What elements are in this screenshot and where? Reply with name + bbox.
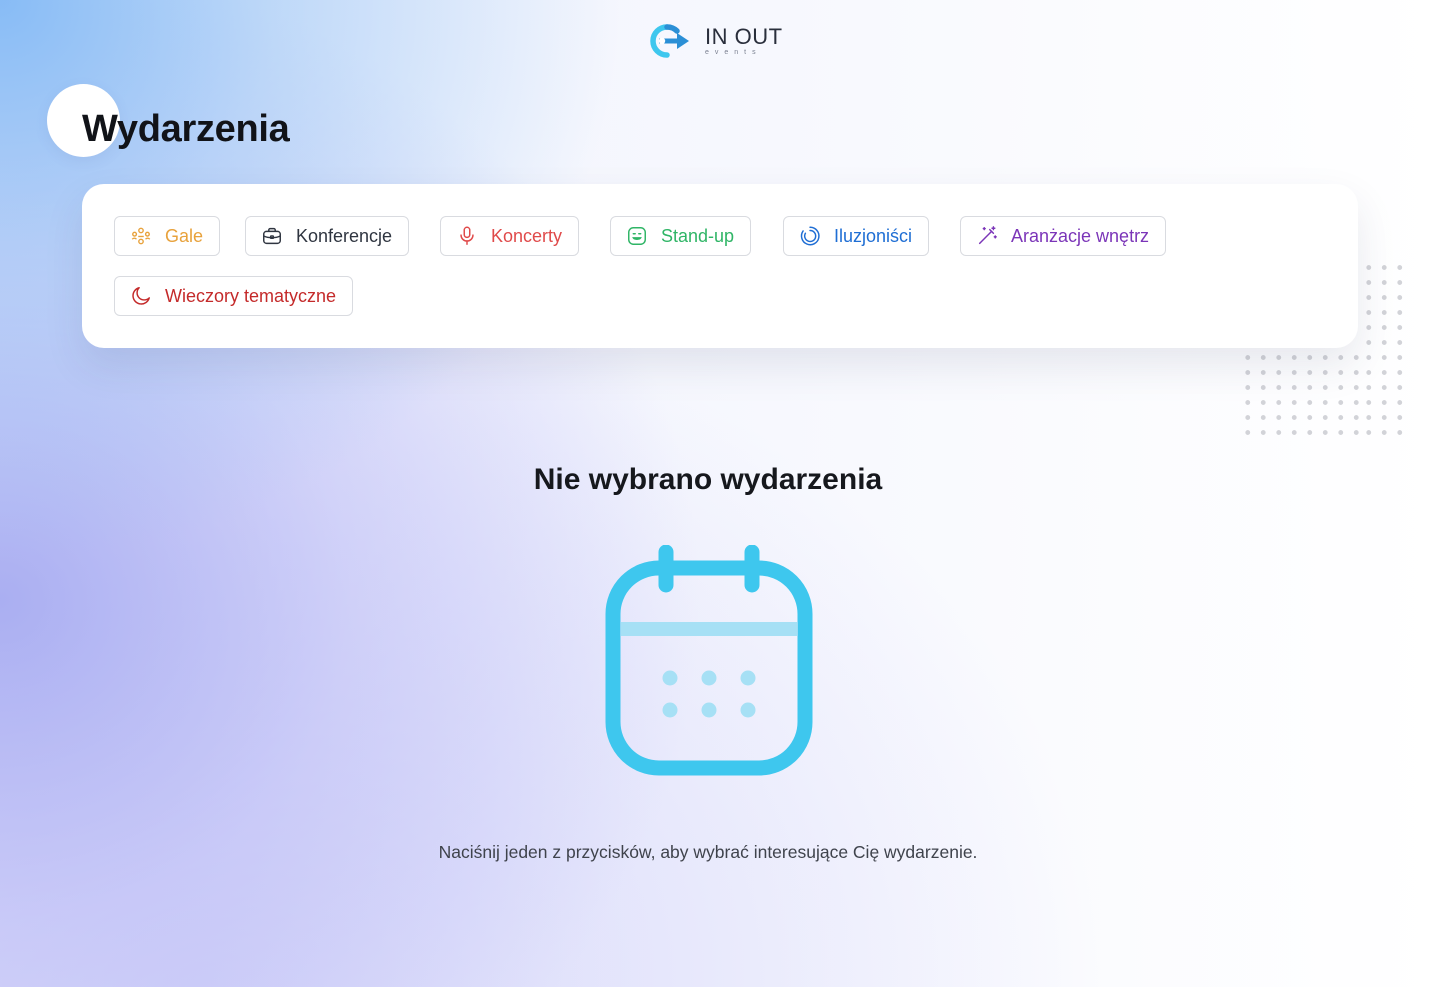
- brand-tagline: events: [705, 49, 762, 56]
- moon-icon: [129, 284, 153, 308]
- microphone-icon: [455, 224, 479, 248]
- category-chip-label: Wieczory tematyczne: [165, 285, 337, 306]
- calendar-icon: [604, 544, 816, 782]
- category-chip-aranzacje-wnetrz[interactable]: Aranżacje wnętrz: [960, 216, 1167, 256]
- category-chip-label: Gale: [165, 225, 204, 246]
- category-chip-label: Iluzjoniści: [834, 225, 913, 246]
- smiley-icon: [625, 224, 649, 248]
- category-chip-koncerty[interactable]: Koncerty: [440, 216, 580, 256]
- category-chip-wieczory-tematyczne[interactable]: Wieczory tematyczne: [114, 276, 354, 316]
- dot-pattern-decoration: [1361, 260, 1409, 440]
- magic-wand-icon: [975, 224, 999, 248]
- briefcase-icon: [260, 224, 284, 248]
- page-title: Wydarzenia: [82, 108, 290, 150]
- category-chip-label: Aranżacje wnętrz: [1011, 225, 1150, 246]
- empty-state-title: Nie wybrano wydarzenia: [533, 463, 883, 496]
- category-chip-konferencje[interactable]: Konferencje: [245, 216, 410, 256]
- category-chip-gale[interactable]: Gale: [114, 216, 221, 256]
- loader-circle-icon: [798, 224, 822, 248]
- brand-name: IN OUT: [705, 24, 783, 49]
- inout-logo-icon: [650, 24, 689, 58]
- category-filter-card: Gale Konferencje Koncerty Stand-up Iluzj…: [82, 184, 1358, 348]
- dot-pattern-decoration: [1240, 350, 1364, 440]
- category-chip-label: Stand-up: [661, 225, 735, 246]
- category-chip-label: Koncerty: [491, 225, 563, 246]
- category-chip-iluzjonisci[interactable]: Iluzjoniści: [783, 216, 930, 256]
- brand-logo[interactable]: IN OUT events: [647, 22, 797, 60]
- category-chip-stand-up[interactable]: Stand-up: [610, 216, 752, 256]
- empty-state-description: Naciśnij jeden z przycisków, aby wybrać …: [438, 841, 978, 862]
- category-chip-label: Konferencje: [296, 225, 393, 246]
- people-group-icon: [129, 224, 153, 248]
